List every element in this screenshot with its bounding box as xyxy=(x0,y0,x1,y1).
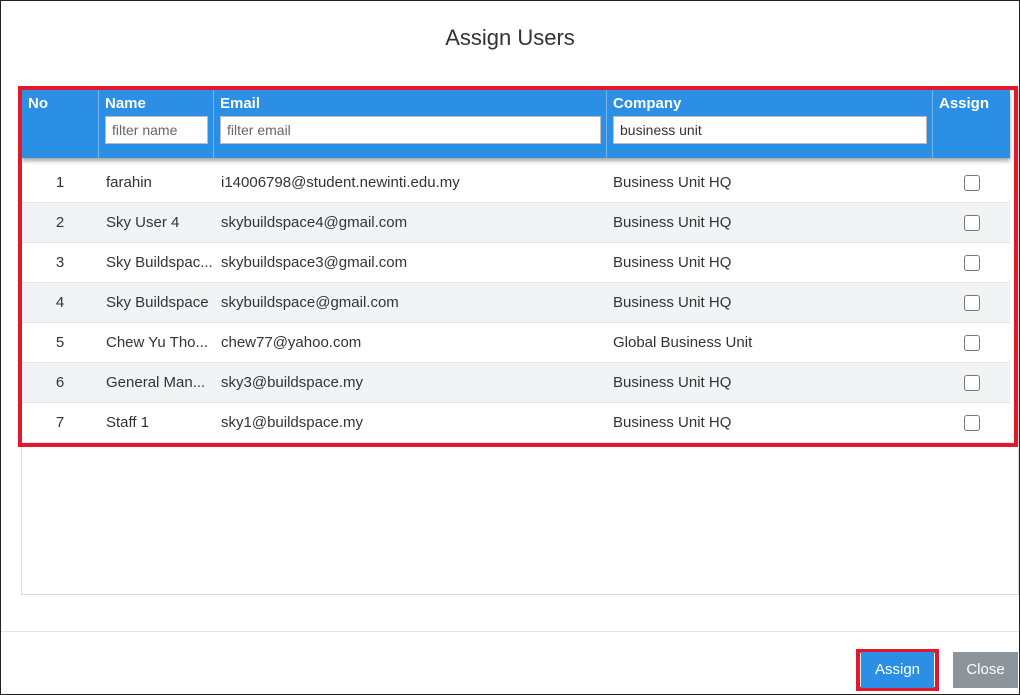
assign-button[interactable]: Assign xyxy=(861,652,934,688)
table-highlight-frame xyxy=(18,86,1018,447)
footer-divider xyxy=(1,631,1019,632)
dialog-title: Assign Users xyxy=(445,25,575,50)
close-button[interactable]: Close xyxy=(953,652,1018,688)
